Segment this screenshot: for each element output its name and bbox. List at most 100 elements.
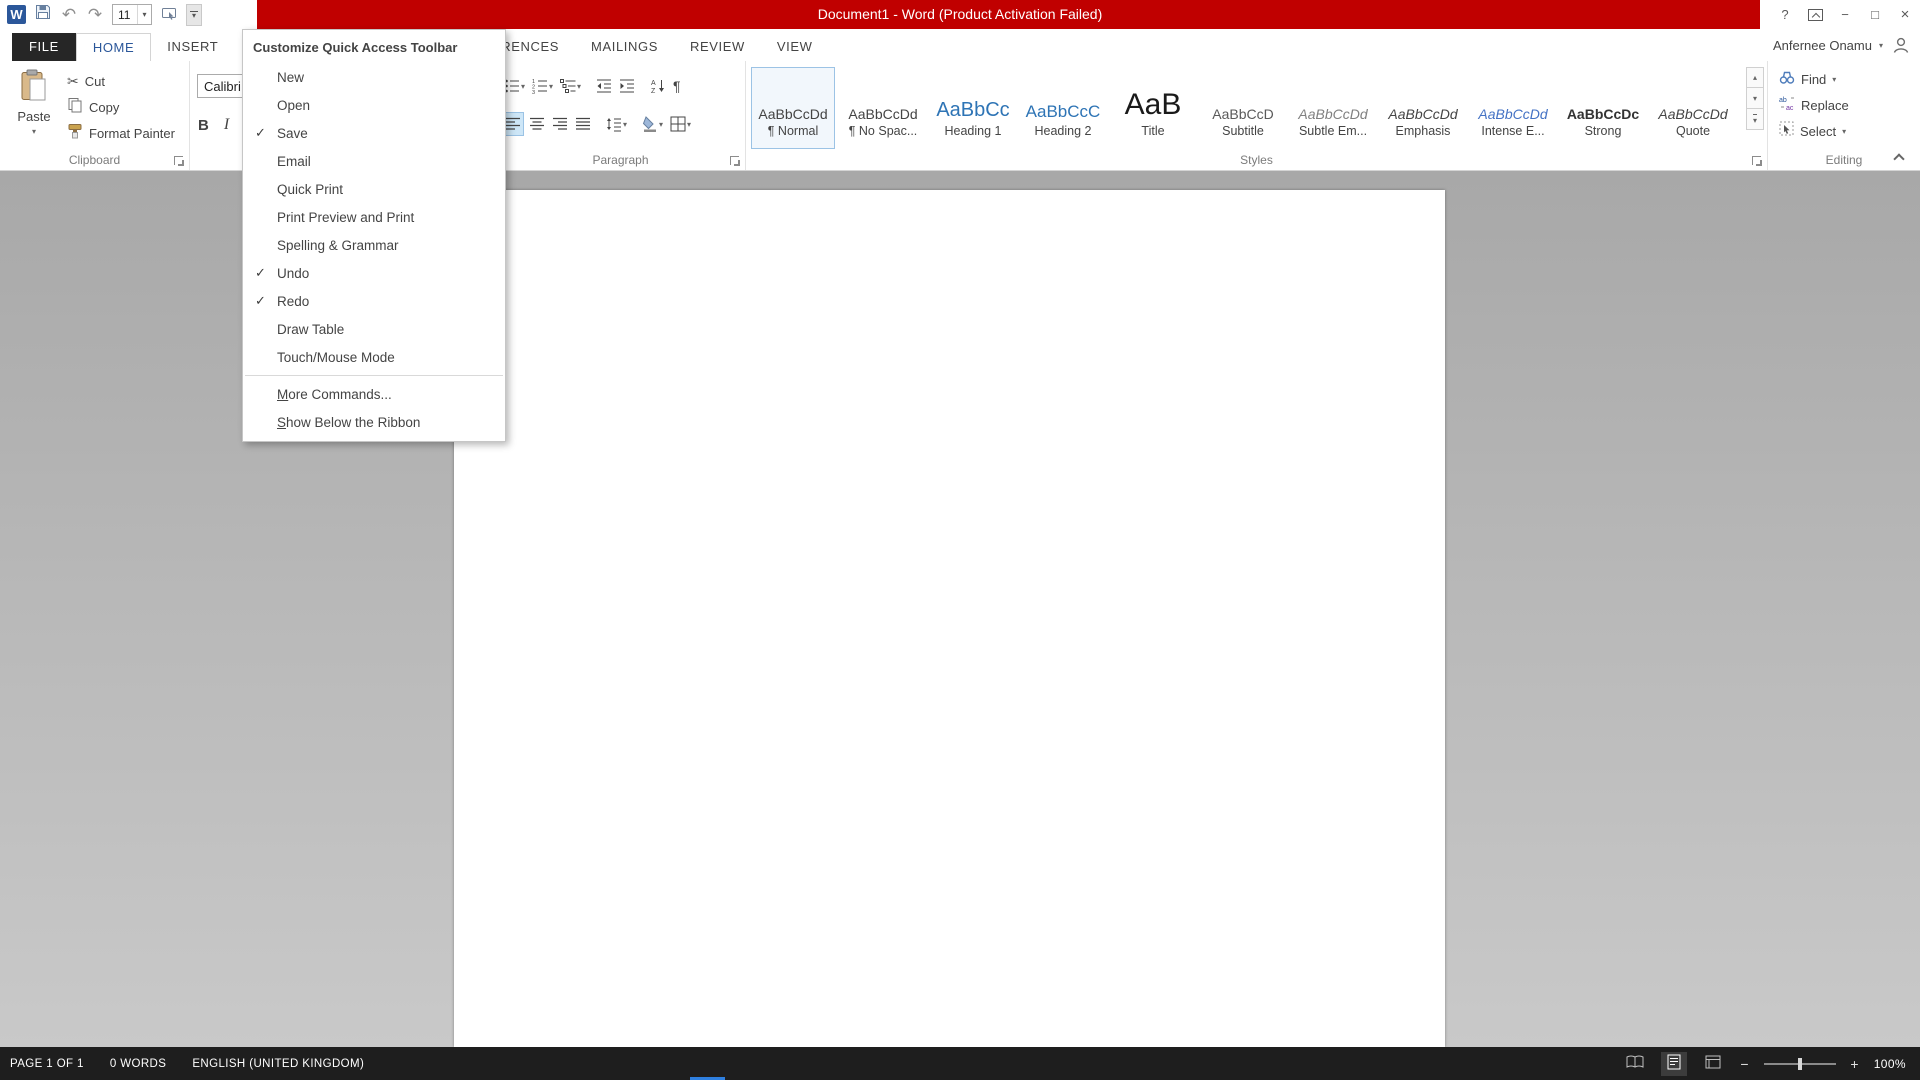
- close-button[interactable]: ×: [1890, 0, 1920, 29]
- menu-item-print-preview-and-print[interactable]: Print Preview and Print: [243, 203, 505, 231]
- print-layout-button[interactable]: [1661, 1052, 1687, 1076]
- language-indicator[interactable]: ENGLISH (UNITED KINGDOM): [192, 1058, 364, 1070]
- style-quote[interactable]: AaBbCcDd Quote: [1651, 67, 1735, 149]
- style-label: Emphasis: [1396, 124, 1451, 146]
- tab-home[interactable]: HOME: [76, 33, 151, 61]
- select-button[interactable]: Select ▾: [1774, 118, 1854, 144]
- shading-button[interactable]: ▾: [640, 112, 665, 136]
- paste-dropdown-icon[interactable]: ▾: [32, 127, 36, 136]
- zoom-in-button[interactable]: +: [1849, 1056, 1861, 1072]
- read-mode-button[interactable]: [1622, 1052, 1648, 1076]
- style-heading-2[interactable]: AaBbCcC Heading 2: [1021, 67, 1105, 149]
- find-button[interactable]: Find ▾: [1774, 66, 1854, 92]
- ribbon-display-options-button[interactable]: [1800, 0, 1830, 29]
- select-icon: [1779, 121, 1794, 141]
- align-right-button[interactable]: [550, 112, 570, 136]
- zoom-slider[interactable]: [1764, 1063, 1836, 1065]
- numbering-button[interactable]: 123 ▾: [530, 74, 555, 98]
- paste-button[interactable]: Paste ▾: [10, 69, 58, 151]
- maximize-button[interactable]: □: [1860, 0, 1890, 29]
- web-layout-button[interactable]: [1700, 1052, 1726, 1076]
- styles-scroll-down-button[interactable]: ▾: [1746, 88, 1764, 109]
- menu-item-show-below-the-ribbon[interactable]: S how Below the Ribbon: [243, 408, 505, 436]
- tab-view[interactable]: VIEW: [761, 33, 829, 61]
- menu-item-email[interactable]: Email: [243, 147, 505, 175]
- menu-item-quick-print[interactable]: Quick Print: [243, 175, 505, 203]
- italic-button[interactable]: I: [221, 116, 232, 134]
- line-spacing-button[interactable]: ▾: [604, 112, 629, 136]
- tab-review[interactable]: REVIEW: [674, 33, 761, 61]
- sort-button[interactable]: AZ: [648, 74, 668, 98]
- multilevel-list-button[interactable]: ▾: [558, 74, 583, 98]
- svg-text:ab: ab: [1779, 97, 1787, 104]
- word-count[interactable]: 0 WORDS: [110, 1058, 166, 1070]
- align-center-button[interactable]: [527, 112, 547, 136]
- document-page[interactable]: [454, 190, 1445, 1047]
- style-heading-1[interactable]: AaBbCc Heading 1: [931, 67, 1015, 149]
- account-name: Anfernee Onamu: [1773, 38, 1872, 53]
- copy-button[interactable]: Copy: [62, 94, 180, 120]
- shading-dropdown-icon[interactable]: ▾: [659, 120, 663, 129]
- save-button[interactable]: [34, 4, 52, 26]
- zoom-slider-thumb[interactable]: [1798, 1058, 1802, 1070]
- zoom-percentage[interactable]: 100%: [1874, 1057, 1906, 1071]
- style-subtle-emphasis[interactable]: AaBbCcDd Subtle Em...: [1291, 67, 1375, 149]
- style-emphasis[interactable]: AaBbCcDd Emphasis: [1381, 67, 1465, 149]
- menu-item-spelling-grammar[interactable]: Spelling & Grammar: [243, 231, 505, 259]
- find-dropdown-icon[interactable]: ▾: [1832, 75, 1836, 84]
- styles-gallery-more-button[interactable]: ▾: [1746, 109, 1764, 130]
- style-normal[interactable]: AaBbCcDd ¶ Normal: [751, 67, 835, 149]
- bullets-dropdown-icon[interactable]: ▾: [521, 82, 525, 91]
- help-button[interactable]: ?: [1770, 0, 1800, 29]
- style-strong[interactable]: AaBbCcDc Strong: [1561, 67, 1645, 149]
- page-indicator[interactable]: PAGE 1 OF 1: [10, 1058, 84, 1070]
- menu-item-touch-mouse-mode[interactable]: Touch/Mouse Mode: [243, 343, 505, 371]
- minimize-button[interactable]: −: [1830, 0, 1860, 29]
- account-area[interactable]: Anfernee Onamu ▾: [1773, 29, 1912, 61]
- decrease-indent-icon: [596, 78, 612, 94]
- tab-insert[interactable]: INSERT: [151, 33, 234, 61]
- decrease-indent-button[interactable]: [594, 74, 614, 98]
- line-spacing-dropdown-icon[interactable]: ▾: [623, 120, 627, 129]
- font-size-combo[interactable]: 11 ▾: [112, 4, 152, 25]
- zoom-out-button[interactable]: −: [1739, 1056, 1751, 1072]
- menu-item-new[interactable]: New: [243, 63, 505, 91]
- select-dropdown-icon[interactable]: ▾: [1842, 127, 1846, 136]
- window-title: Document1 - Word (Product Activation Fai…: [0, 0, 1920, 29]
- menu-item-open[interactable]: Open: [243, 91, 505, 119]
- increase-indent-button[interactable]: [617, 74, 637, 98]
- collapse-ribbon-button[interactable]: [1894, 152, 1904, 162]
- undo-button[interactable]: ↶: [60, 4, 78, 26]
- numbering-dropdown-icon[interactable]: ▾: [549, 82, 553, 91]
- style-no-spacing[interactable]: AaBbCcDd ¶ No Spac...: [841, 67, 925, 149]
- style-preview: AaBbCcDc: [1562, 68, 1644, 124]
- tab-mailings[interactable]: MAILINGS: [575, 33, 674, 61]
- redo-button[interactable]: ↷: [86, 4, 104, 26]
- style-title[interactable]: AaB Title: [1111, 67, 1195, 149]
- paragraph-dialog-launcher[interactable]: [730, 156, 739, 165]
- justify-button[interactable]: [573, 112, 593, 136]
- format-painter-button[interactable]: Format Painter: [62, 120, 180, 146]
- multilevel-dropdown-icon[interactable]: ▾: [577, 82, 581, 91]
- replace-button[interactable]: abac Replace: [1774, 92, 1854, 118]
- touch-mouse-mode-button[interactable]: [160, 4, 178, 26]
- align-left-icon: [505, 116, 521, 132]
- show-paragraph-marks-button[interactable]: ¶: [671, 74, 683, 98]
- cut-button[interactable]: ✂ Cut: [62, 68, 180, 94]
- menu-item-draw-table[interactable]: Draw Table: [243, 315, 505, 343]
- menu-item-undo[interactable]: ✓ Undo: [243, 259, 505, 287]
- styles-scroll-up-button[interactable]: ▴: [1746, 67, 1764, 88]
- style-subtitle[interactable]: AaBbCcD Subtitle: [1201, 67, 1285, 149]
- styles-dialog-launcher[interactable]: [1752, 156, 1761, 165]
- style-intense-emphasis[interactable]: AaBbCcDd Intense E...: [1471, 67, 1555, 149]
- font-size-dropdown-icon[interactable]: ▾: [137, 5, 151, 24]
- borders-button[interactable]: ▾: [668, 112, 693, 136]
- menu-item-save[interactable]: ✓ Save: [243, 119, 505, 147]
- borders-dropdown-icon[interactable]: ▾: [687, 120, 691, 129]
- customize-qat-dropdown-button[interactable]: ▾: [186, 4, 202, 26]
- menu-item-redo[interactable]: ✓ Redo: [243, 287, 505, 315]
- tab-file[interactable]: FILE: [12, 33, 76, 61]
- menu-item-more-commands[interactable]: M ore Commands...: [243, 380, 505, 408]
- bold-button[interactable]: B: [198, 117, 209, 134]
- clipboard-dialog-launcher[interactable]: [174, 156, 183, 165]
